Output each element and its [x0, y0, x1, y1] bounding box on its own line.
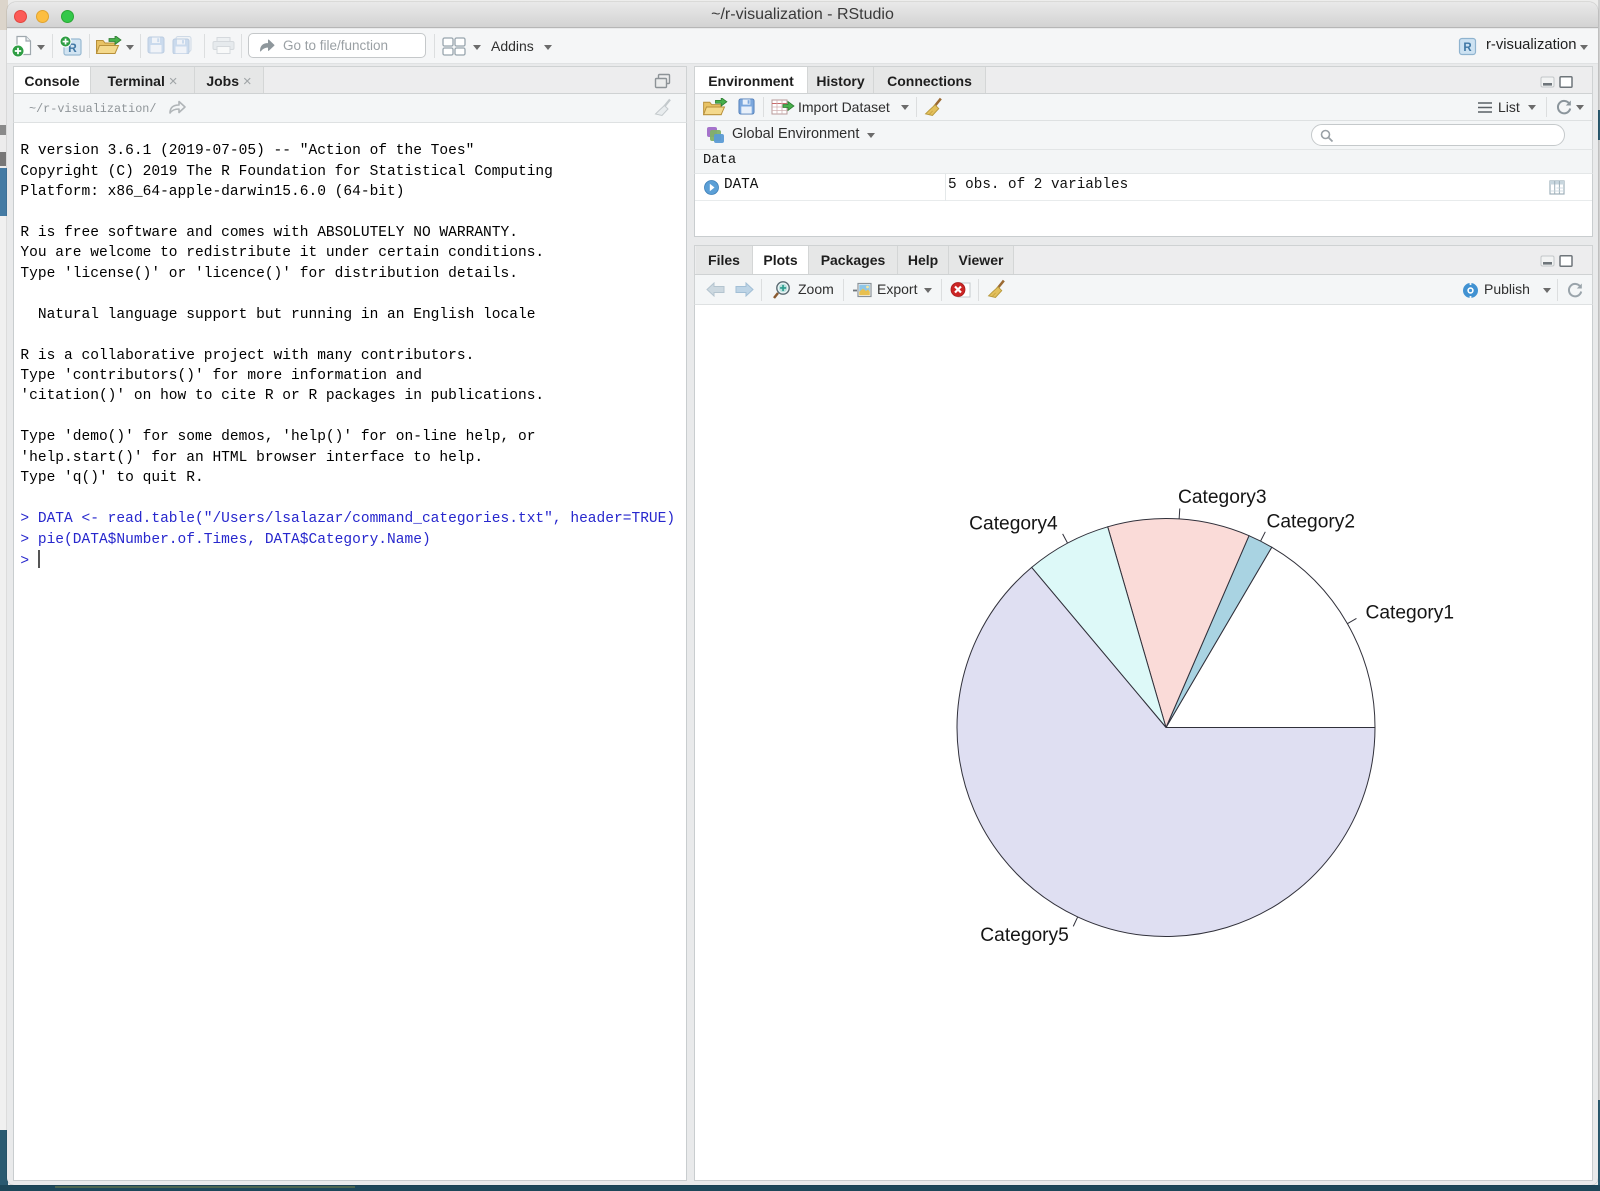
svg-text:Category3: Category3 [1178, 487, 1267, 508]
svg-text:Category4: Category4 [969, 514, 1058, 535]
svg-text:Category1: Category1 [1366, 602, 1455, 623]
svg-text:Category5: Category5 [980, 925, 1069, 946]
svg-text:Category2: Category2 [1267, 512, 1356, 533]
svg-text:R: R [1463, 42, 1472, 54]
